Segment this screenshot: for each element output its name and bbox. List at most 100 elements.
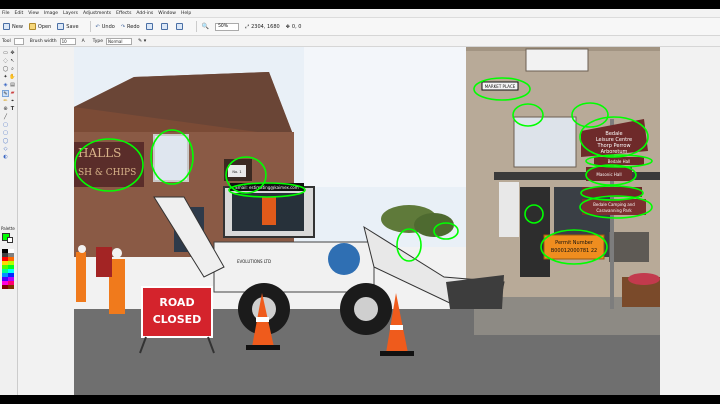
road-sign-line1: ROAD: [159, 296, 194, 309]
permit-line2: B00012000781 22: [551, 248, 597, 254]
tool-label: Tool: [2, 38, 11, 44]
cursor-position-icon: ✥: [285, 23, 290, 30]
road-sign-line2: CLOSED: [153, 313, 202, 326]
blend-mode-icon[interactable]: ✎ ▾: [138, 38, 146, 44]
digger-email-text: Email: estimating@kaimex.com: [235, 185, 298, 190]
save-button[interactable]: Save: [57, 23, 79, 30]
canvas-workspace: MARKET PLACE Bedale Leisure Centre Thorp…: [18, 47, 720, 395]
undo-label: Undo: [101, 23, 115, 30]
permit-line1: Permit Number: [555, 240, 594, 246]
menu-view[interactable]: View: [28, 9, 39, 18]
brush-width-label: Brush width: [29, 38, 57, 44]
sign-camping-line1: Bedale Camping and: [593, 202, 635, 207]
zoom-icon-wrap: 🔍: [202, 23, 209, 30]
image-size-icon: ⤢: [245, 23, 250, 30]
menu-edit[interactable]: Edit: [15, 9, 24, 18]
move-icon[interactable]: ✥: [9, 50, 16, 57]
toolbar-divider: [89, 21, 91, 32]
select-rectangle-icon[interactable]: ▭: [2, 50, 9, 57]
paintbrush-icon[interactable]: ✎: [2, 90, 9, 97]
shapes-icon[interactable]: ▢: [2, 122, 9, 129]
street-sign-text: MARKET PLACE: [485, 84, 516, 89]
save-icon: [57, 23, 65, 30]
cut-icon: [145, 23, 153, 30]
brush-width-field[interactable]: 10: [59, 37, 76, 45]
line-tool-icon[interactable]: ╱: [2, 114, 9, 121]
tool-selector[interactable]: [13, 37, 24, 45]
magic-wand-icon[interactable]: ✦: [2, 74, 9, 81]
antialias-label: A: [81, 38, 85, 44]
tool-options-bar: Tool Brush width 10 A Type Normal ✎ ▾: [0, 36, 720, 47]
main-toolbar: New Open Save ↶ Undo ↷ Redo 🔍 50% ⤢ 2304…: [0, 18, 720, 36]
eraser-icon[interactable]: ▰: [9, 90, 16, 97]
palette-title: Palette: [1, 226, 15, 231]
rounded-rect-icon[interactable]: ▢: [2, 130, 9, 137]
paste-icon: [175, 23, 183, 30]
gradient-icon[interactable]: ▤: [9, 82, 16, 89]
size-readout: ⤢ 2304, 1680: [245, 24, 280, 30]
toolbar-divider: [195, 21, 197, 32]
pan-icon[interactable]: ✋: [9, 74, 16, 81]
freeform-icon[interactable]: ◇: [2, 146, 9, 153]
pencil-icon[interactable]: ✏: [2, 98, 9, 105]
open-button[interactable]: Open: [28, 23, 52, 30]
new-button[interactable]: New: [3, 23, 23, 30]
new-file-icon: [3, 23, 10, 30]
redo-button[interactable]: ↷ Redo: [121, 24, 140, 30]
recolor-icon[interactable]: ◐: [2, 154, 9, 161]
sign-camping-line2: Caravanning Park: [596, 208, 632, 213]
new-label: New: [12, 23, 23, 30]
shop-sign-line1: HALLS: [78, 146, 121, 160]
undo-icon: ↶: [95, 23, 100, 30]
type-select[interactable]: Normal: [106, 37, 133, 45]
folder-icon: [28, 23, 36, 30]
paint-bucket-icon[interactable]: ◈: [2, 82, 9, 89]
menu-window[interactable]: Window: [158, 9, 176, 18]
clone-stamp-icon[interactable]: ⊕: [2, 106, 9, 113]
palette-colors: [2, 249, 14, 289]
paste-button[interactable]: [175, 23, 185, 30]
menu-image[interactable]: Image: [44, 9, 58, 18]
menu-adjustments[interactable]: Adjustments: [83, 9, 111, 18]
color-picker-icon[interactable]: ⌖: [9, 98, 16, 105]
open-label: Open: [37, 23, 52, 30]
copy-button[interactable]: [160, 23, 170, 30]
lasso-icon[interactable]: ◌: [2, 58, 9, 65]
window-plaque-text: No. 1: [232, 170, 241, 174]
sign-small-1: Bedale Hall: [608, 159, 631, 164]
cut-button[interactable]: [145, 23, 155, 30]
cursor-position-text: 0, 0: [291, 23, 302, 30]
text-tool-icon[interactable]: T: [9, 106, 16, 113]
digger-brand-text: EVOLUTIONS LTD: [237, 259, 271, 264]
menu-layers[interactable]: Layers: [63, 9, 78, 18]
image-canvas[interactable]: MARKET PLACE Bedale Leisure Centre Thorp…: [74, 47, 660, 395]
zoom-level-box[interactable]: 50%: [215, 22, 240, 31]
undo-button[interactable]: ↶ Undo: [96, 24, 115, 30]
sign-small-2: Masonic Hall: [596, 172, 621, 177]
position-readout: ✥ 0, 0: [286, 24, 302, 30]
zoom-icon: 🔍: [201, 23, 210, 30]
zoom-tool-icon[interactable]: ⌕: [9, 66, 16, 73]
shop-sign-line2: SH & CHIPS: [78, 168, 136, 178]
copy-icon: [160, 23, 168, 30]
fingerpost-line4: Arboretum: [601, 149, 628, 155]
tools-panel: ▭ ✥ ◌ ↖ ◯ ⌕ ✦ ✋ ◈ ▤ ✎ ▰ ✏ ⌖ ⊕ T ╱ ▢ ▢ ◯ …: [0, 47, 18, 225]
redo-icon: ↷: [120, 23, 126, 30]
ellipse-icon[interactable]: ◯: [2, 138, 9, 145]
menu-effects[interactable]: Effects: [116, 9, 131, 18]
menu-bar: File Edit View Image Layers Adjustments …: [0, 9, 720, 18]
palette-color[interactable]: [8, 285, 14, 289]
menu-file[interactable]: File: [2, 9, 10, 18]
ellipse-select-icon[interactable]: ◯: [2, 66, 9, 73]
secondary-color-swatch[interactable]: [7, 237, 13, 243]
palette-panel: Palette: [0, 225, 18, 395]
paint-app-window: File Edit View Image Layers Adjustments …: [0, 9, 720, 395]
photo-scene: MARKET PLACE Bedale Leisure Centre Thorp…: [74, 47, 660, 395]
save-label: Save: [66, 23, 79, 30]
type-label: Type: [92, 38, 104, 44]
menu-help[interactable]: Help: [181, 9, 191, 18]
move-selection-icon[interactable]: ↖: [9, 58, 16, 65]
redo-label: Redo: [127, 23, 140, 30]
image-size-text: 2304, 1680: [251, 23, 280, 30]
menu-addins[interactable]: Add-ins: [136, 9, 153, 18]
